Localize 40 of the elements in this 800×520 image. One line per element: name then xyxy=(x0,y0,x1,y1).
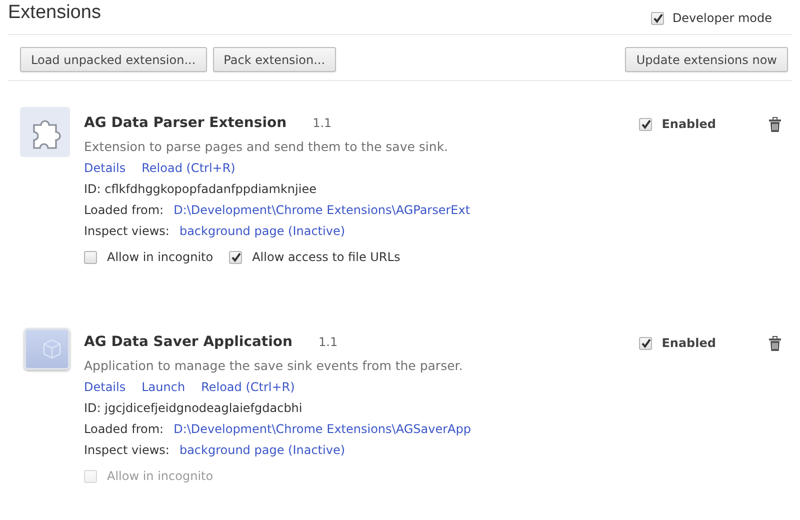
extension-icon xyxy=(20,107,70,157)
label-text: Loaded from: xyxy=(84,203,164,217)
checkbox[interactable] xyxy=(229,250,242,264)
id-text: ID: cflkfdhggkopopfadanfppdiamknjiee xyxy=(84,182,318,196)
label-text: Inspect views: xyxy=(84,443,170,457)
link[interactable]: Reload (Ctrl+R) xyxy=(142,161,236,175)
id-text: ID: jgcjdicefjeidgnodeaglaiefgdacbhi xyxy=(84,401,304,415)
link[interactable]: Reload (Ctrl+R) xyxy=(201,380,295,394)
link[interactable]: Details xyxy=(84,380,126,394)
trash-icon[interactable] xyxy=(769,117,781,132)
checkbox-label: Allow in incognito xyxy=(107,250,214,264)
checkbox[interactable] xyxy=(638,118,652,130)
description-text: Application to manage the save sink events from the parser. xyxy=(84,358,464,373)
link[interactable]: Details xyxy=(84,161,126,175)
link[interactable]: background page (Inactive) xyxy=(179,224,346,238)
toolbar-button[interactable]: Load unpacked extension... xyxy=(20,47,207,72)
extension-name: AG Data Parser Extension xyxy=(84,115,287,131)
toolbar-button[interactable]: Update extensions now xyxy=(625,47,788,72)
label-text: Inspect views: xyxy=(84,224,170,238)
app-icon xyxy=(24,328,70,370)
trash-icon[interactable] xyxy=(769,336,781,351)
checkbox-label: Allow access to file URLs xyxy=(252,250,400,264)
description-text: Extension to parse pages and send them to the save sink. xyxy=(84,139,450,154)
page-title: Extensions xyxy=(8,1,101,24)
extension-name: AG Data Saver Application xyxy=(84,334,293,350)
label-text: Loaded from: xyxy=(84,422,164,436)
version-text: 1.1 xyxy=(312,116,332,130)
checkbox-label: Enabled xyxy=(662,336,716,350)
checkbox-label: Enabled xyxy=(662,117,716,131)
path-link[interactable]: D:\Development\Chrome Extensions\AGSaverApp xyxy=(174,422,471,436)
checkbox[interactable] xyxy=(638,336,652,350)
checkbox[interactable] xyxy=(651,12,664,24)
checkbox[interactable] xyxy=(84,250,97,264)
version-text: 1.1 xyxy=(318,335,338,349)
toolbar-button[interactable]: Pack extension... xyxy=(212,47,336,72)
checkbox-label: Allow in incognito xyxy=(107,469,214,483)
checkbox-label: Developer mode xyxy=(672,11,772,25)
path-link[interactable]: D:\Development\Chrome Extensions\AGParserExt xyxy=(174,203,470,217)
link[interactable]: background page (Inactive) xyxy=(179,443,346,457)
link[interactable]: Launch xyxy=(142,380,186,394)
